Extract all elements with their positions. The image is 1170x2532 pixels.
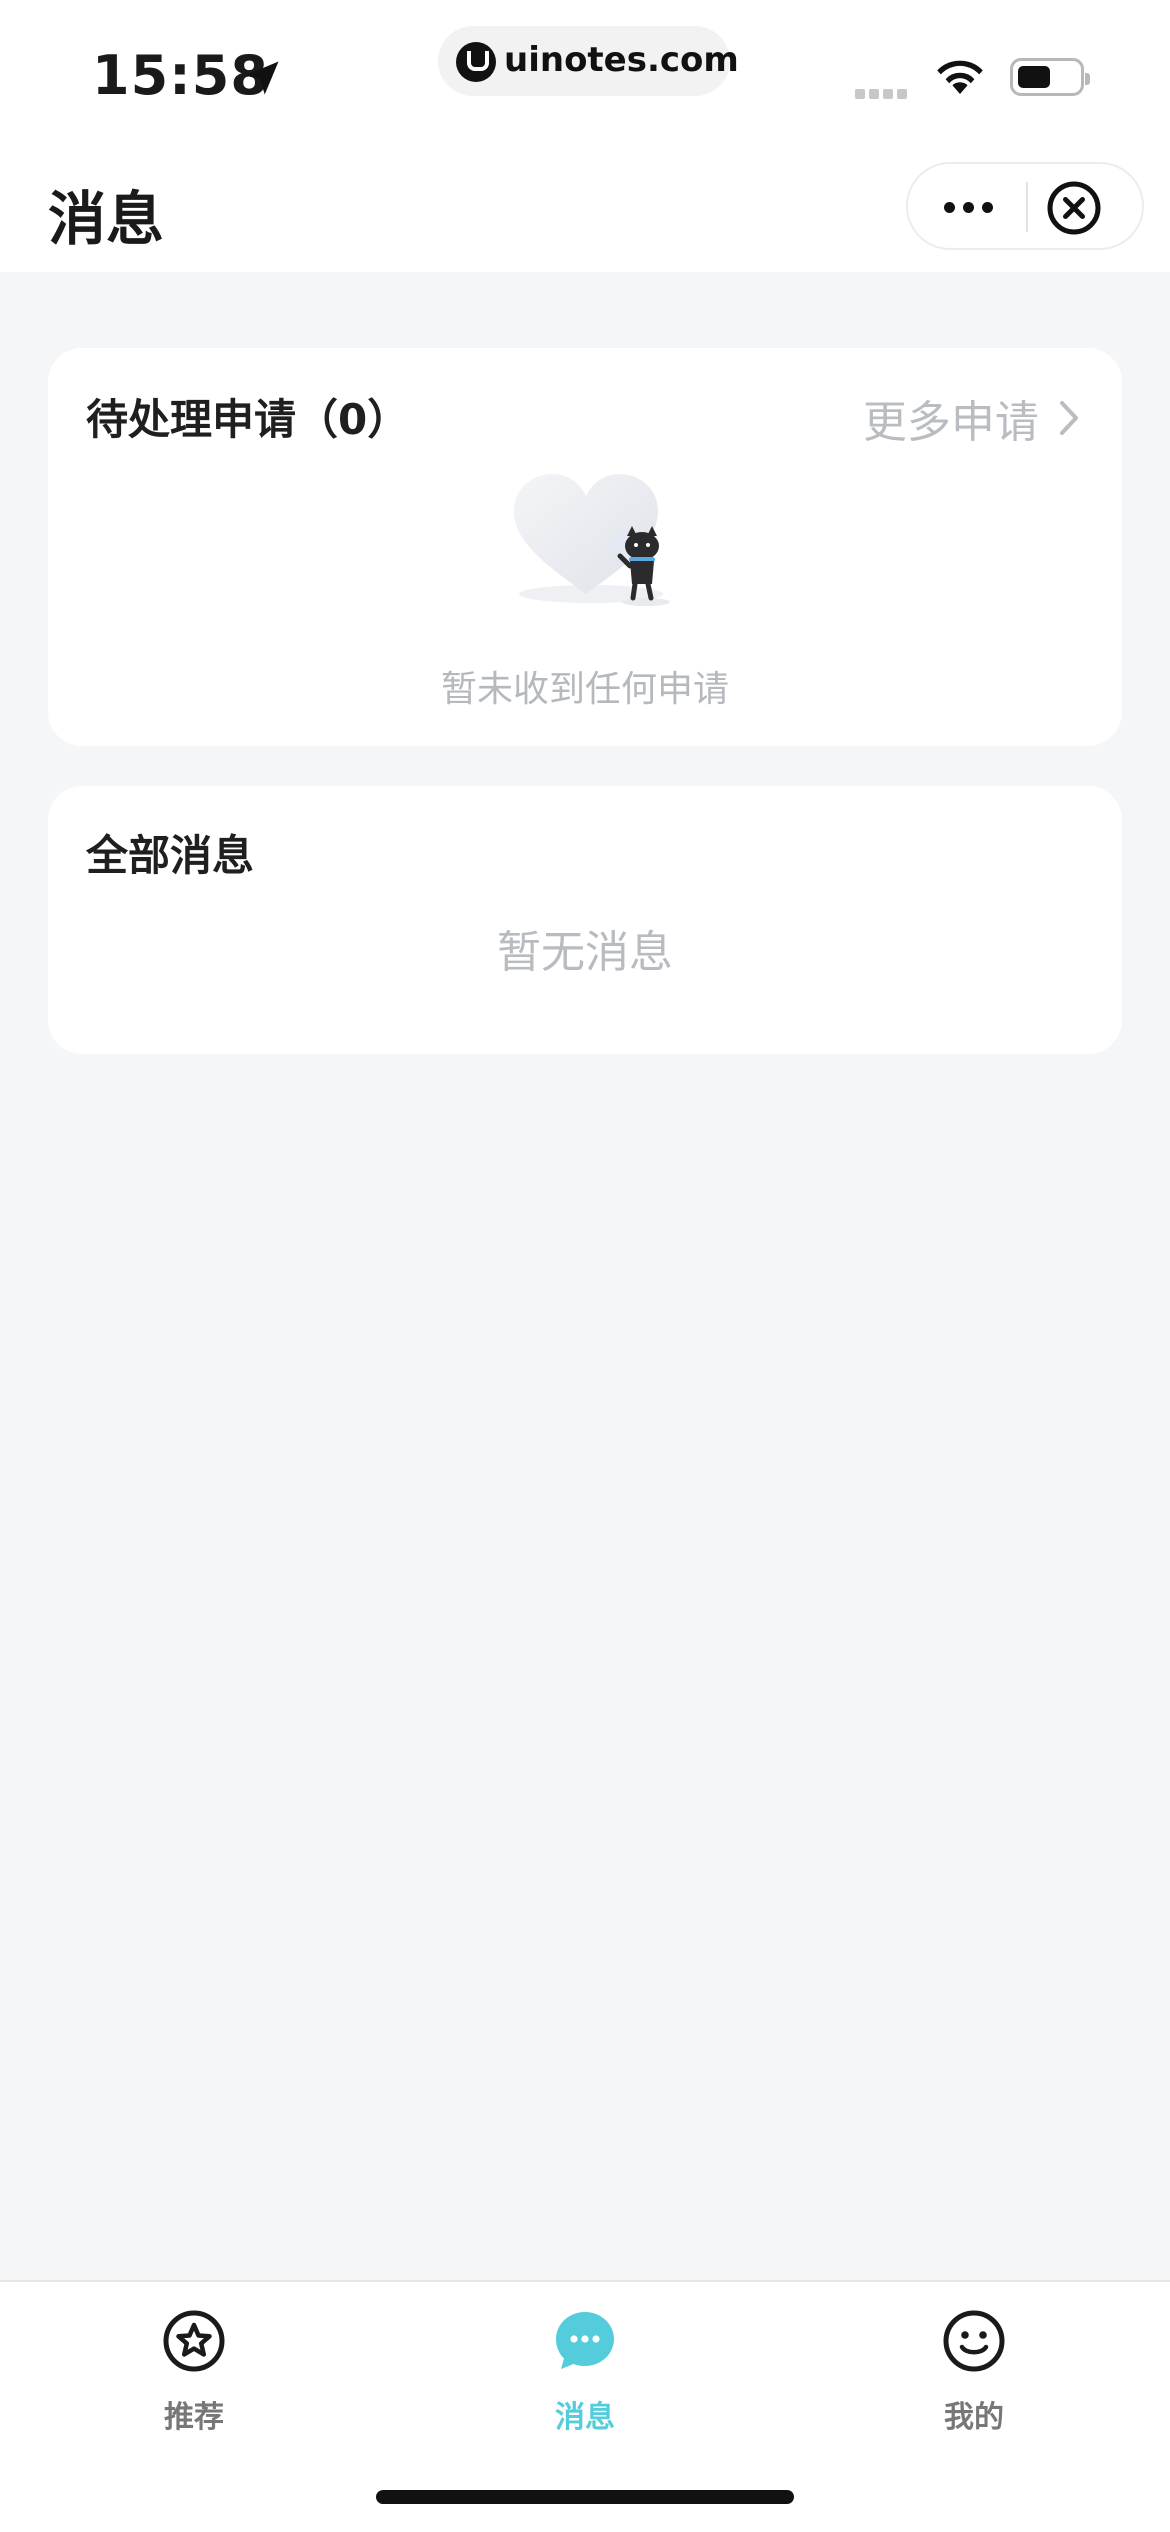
empty-applications-text: 暂未收到任何申请 — [440, 669, 729, 710]
all-messages-card: 全部消息 暂无消息 — [48, 786, 1122, 1054]
wifi-icon — [937, 60, 983, 94]
pending-applications-card: 待处理申请（0） 更多申请 暂未收到任何申请 — [48, 348, 1122, 746]
pending-title: 待处理申请（0） — [86, 395, 410, 444]
more-options-button[interactable] — [908, 164, 1026, 248]
close-icon[interactable] — [1046, 180, 1102, 236]
tab-recommend[interactable]: 推荐 — [94, 2308, 294, 2458]
all-messages-title: 全部消息 — [86, 831, 255, 880]
status-bar: 15:58 uinotes.com — [0, 0, 1170, 150]
tab-messages[interactable]: 消息 — [485, 2308, 685, 2458]
cellular-signal-icon — [855, 84, 915, 99]
location-arrow-icon — [245, 61, 279, 95]
url-pill[interactable]: uinotes.com — [438, 26, 739, 96]
nav-header: 消息 — [0, 150, 1170, 272]
smiley-icon — [943, 2310, 1005, 2372]
site-logo-icon — [456, 42, 496, 82]
miniprogram-capsule — [906, 162, 1144, 250]
tab-mine[interactable]: 我的 — [874, 2308, 1074, 2458]
empty-messages-text: 暂无消息 — [497, 927, 673, 978]
url-text: uinotes.com — [504, 40, 739, 80]
chat-bubble-icon — [556, 2312, 614, 2369]
more-applications-link[interactable]: 更多申请 — [863, 386, 1082, 448]
tab-recommend-label: 推荐 — [164, 2400, 224, 2435]
more-applications-label: 更多申请 — [862, 397, 1039, 448]
chevron-right-icon — [1060, 401, 1078, 435]
capsule-divider — [1026, 182, 1028, 232]
home-indicator — [376, 2490, 794, 2504]
tab-messages-label: 消息 — [555, 2400, 615, 2435]
tab-mine-label: 我的 — [944, 2400, 1004, 2435]
empty-heart-cat-illustration — [514, 474, 670, 606]
page-title: 消息 — [48, 185, 165, 253]
battery-icon — [1010, 58, 1090, 96]
star-circle-icon — [163, 2310, 225, 2372]
